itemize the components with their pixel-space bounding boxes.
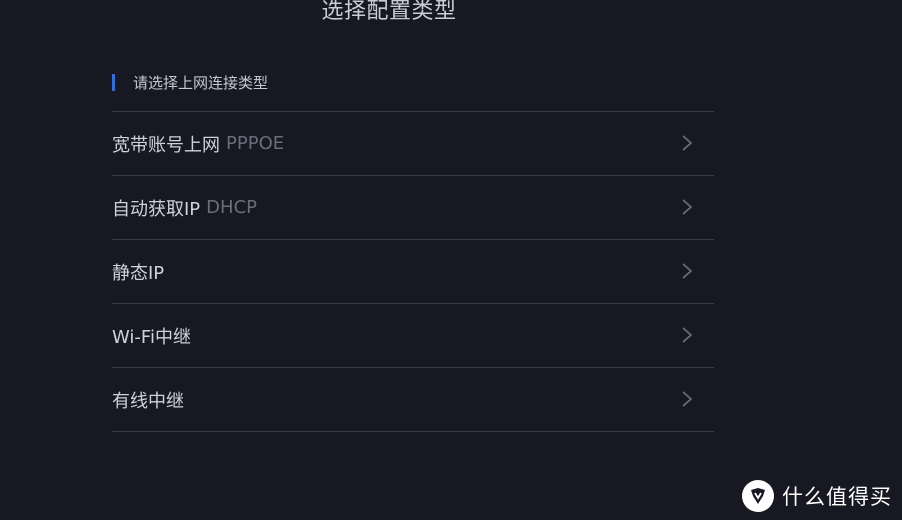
chevron-right-icon	[682, 263, 693, 279]
chevron-right-icon	[682, 327, 693, 343]
section-header: 请选择上网连接类型	[112, 72, 268, 92]
option-static-ip[interactable]: 静态IP	[112, 240, 714, 304]
option-label: 宽带账号上网	[112, 134, 220, 156]
option-label: Wi-Fi中继	[112, 326, 191, 348]
option-label: 自动获取IP	[112, 198, 201, 220]
watermark: 什么值得买	[742, 480, 892, 512]
chevron-right-icon	[682, 135, 693, 151]
chevron-right-icon	[682, 199, 693, 215]
brand-logo-icon	[742, 480, 774, 512]
page-title: 选择配置类型	[321, 0, 457, 24]
option-pppoe[interactable]: 宽带账号上网 PPPOE	[112, 112, 714, 176]
option-wired-repeater[interactable]: 有线中继	[112, 368, 714, 432]
watermark-text: 什么值得买	[782, 485, 892, 509]
option-dhcp[interactable]: 自动获取IP DHCP	[112, 176, 714, 240]
option-wifi-repeater[interactable]: Wi-Fi中继	[112, 304, 714, 368]
section-accent-bar	[112, 73, 115, 91]
connection-type-list: 宽带账号上网 PPPOE 自动获取IP DHCP 静态IP Wi-Fi中继 有线…	[112, 111, 714, 432]
option-label: 有线中继	[112, 390, 184, 412]
option-sublabel: PPPOE	[226, 133, 285, 154]
chevron-right-icon	[682, 391, 693, 407]
brand-mark-icon	[751, 488, 765, 504]
option-sublabel: DHCP	[206, 197, 257, 218]
option-label: 静态IP	[112, 262, 165, 284]
section-label: 请选择上网连接类型	[133, 73, 269, 92]
config-type-page: 选择配置类型 请选择上网连接类型 宽带账号上网 PPPOE 自动获取IP DHC…	[0, 0, 902, 520]
